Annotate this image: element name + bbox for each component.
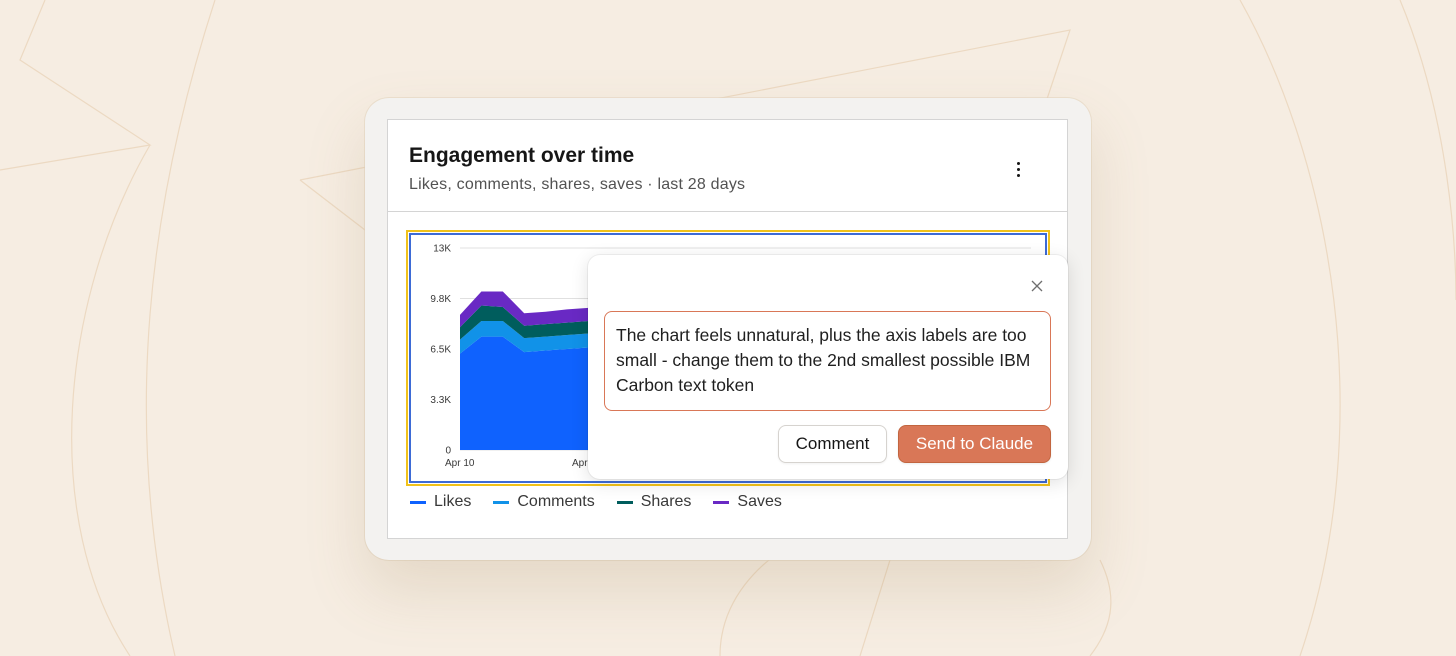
legend-item-likes[interactable]: Likes	[410, 493, 471, 511]
card-title: Engagement over time	[409, 144, 635, 167]
y-tick-label: 3.3K	[430, 395, 451, 406]
legend-label: Likes	[434, 493, 472, 510]
overflow-menu-vertical-icon[interactable]	[1000, 153, 1036, 185]
legend-swatch	[616, 500, 633, 504]
legend-label: Shares	[640, 493, 692, 510]
legend-item-saves[interactable]: Saves	[713, 493, 782, 511]
chart-legend: Likes Comments Shares Saves	[410, 493, 782, 511]
legend-swatch	[713, 500, 730, 504]
close-icon[interactable]	[1026, 275, 1048, 297]
legend-label: Comments	[517, 493, 595, 510]
x-tick-label: Apr 10	[445, 458, 475, 469]
comment-button[interactable]: Comment	[778, 425, 887, 463]
card-subtitle: Likes, comments, shares, saves · last 28…	[409, 176, 746, 193]
close-icon-glyph	[1031, 280, 1043, 292]
legend-item-comments[interactable]: Comments	[493, 493, 595, 511]
y-tick-label: 9.8K	[430, 294, 451, 305]
comment-textarea[interactable]: The chart feels unnatural, plus the axis…	[604, 311, 1051, 411]
y-tick-label: 13K	[433, 244, 451, 255]
send-to-claude-button[interactable]: Send to Claude	[898, 425, 1051, 463]
y-tick-label: 6.5K	[430, 345, 451, 356]
comment-popover: The chart feels unnatural, plus the axis…	[588, 255, 1068, 479]
area-series-likes	[460, 336, 589, 450]
legend-item-shares[interactable]: Shares	[616, 493, 692, 511]
y-tick-label: 0	[445, 446, 451, 457]
legend-label: Saves	[737, 493, 782, 510]
legend-swatch	[493, 500, 510, 504]
legend-swatch	[410, 500, 426, 504]
card-header: Engagement over time Likes, comments, sh…	[388, 120, 1067, 212]
